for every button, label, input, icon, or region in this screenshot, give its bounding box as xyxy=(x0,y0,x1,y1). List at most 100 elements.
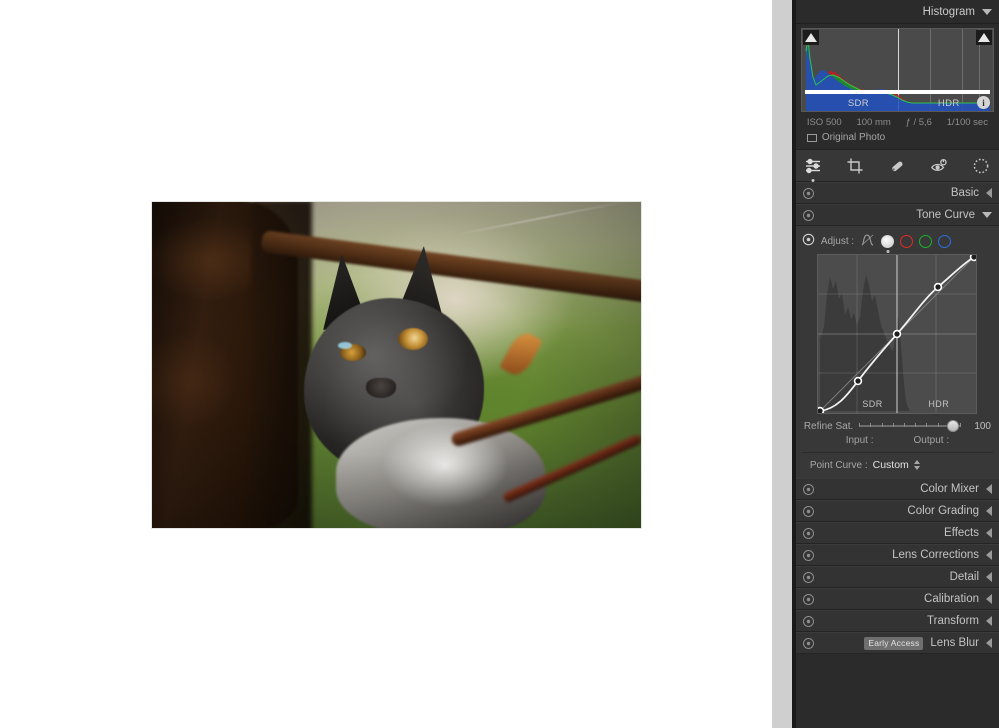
refine-sat-value[interactable]: 100 xyxy=(967,421,991,432)
histogram-panel: SDR HDR i ISO 500 100 mm ƒ / 5,6 1/100 s… xyxy=(796,24,999,149)
sidebar-item-color-grading[interactable]: Color Grading xyxy=(796,500,999,522)
photo-canvas[interactable] xyxy=(0,0,772,728)
chevron-left-icon[interactable] xyxy=(986,188,992,198)
sidebar-item-basic[interactable]: Basic xyxy=(796,182,999,204)
chevron-left-icon[interactable] xyxy=(986,528,992,538)
sidebar-item-transform[interactable]: Transform xyxy=(796,610,999,632)
histogram-range-bar[interactable] xyxy=(805,90,990,94)
chevron-left-icon[interactable] xyxy=(986,616,992,626)
visibility-eye-icon[interactable] xyxy=(802,505,815,518)
sidebar-item-label: Detail xyxy=(950,571,979,583)
right-panel: Histogram xyxy=(796,0,999,728)
visibility-eye-icon[interactable] xyxy=(802,187,815,200)
metadata-aperture: ƒ / 5,6 xyxy=(906,117,932,128)
tone-curve-graph[interactable]: SDR HDR xyxy=(817,254,977,414)
channel-green-button[interactable] xyxy=(919,235,932,248)
histogram-title: Histogram xyxy=(923,6,975,18)
slider-ticks xyxy=(859,423,961,429)
chevron-left-icon[interactable] xyxy=(986,484,992,494)
stepper-icon[interactable] xyxy=(914,460,920,470)
tool-selected-dot xyxy=(812,179,815,182)
sidebar-item-label: Tone Curve xyxy=(916,209,975,221)
red-eye-icon[interactable] xyxy=(971,156,991,176)
visibility-eye-icon[interactable] xyxy=(802,615,815,628)
adjust-label: Adjust : xyxy=(821,236,854,247)
input-label: Input : xyxy=(846,435,874,446)
canvas-gutter xyxy=(772,0,792,728)
visibility-eye-icon[interactable] xyxy=(802,527,815,540)
refine-sat-slider-handle xyxy=(947,420,959,432)
metadata-shutter: 1/100 sec xyxy=(947,117,988,128)
refine-sat-slider[interactable] xyxy=(859,420,961,432)
channel-rgb-button[interactable] xyxy=(881,235,894,248)
chevron-left-icon[interactable] xyxy=(986,506,992,516)
visibility-eye-icon[interactable] xyxy=(802,483,815,496)
shadow-clipping-button[interactable] xyxy=(803,30,819,45)
histogram-header[interactable]: Histogram xyxy=(796,0,999,24)
channel-blue-button[interactable] xyxy=(938,235,951,248)
metadata-iso: ISO 500 xyxy=(807,117,842,128)
tone-curve-panel: Adjust : xyxy=(796,226,999,453)
triangle-up-icon xyxy=(805,33,817,42)
edit-toolbar xyxy=(796,149,999,182)
refine-sat-row: Refine Sat. 100 xyxy=(802,414,993,432)
sidebar-item-tone-curve[interactable]: Tone Curve xyxy=(796,204,999,226)
photo-vignette xyxy=(152,202,641,528)
tone-curve-io-row: Input : Output : xyxy=(802,432,993,452)
highlight-clipping-button[interactable] xyxy=(976,30,992,45)
info-icon[interactable]: i xyxy=(977,96,990,109)
histogram-hdr-label: HDR xyxy=(938,98,960,109)
app-root: Histogram xyxy=(0,0,999,728)
tone-curve-svg xyxy=(818,255,976,413)
tone-curve-range-labels: SDR HDR xyxy=(818,399,976,411)
visibility-eye-icon[interactable] xyxy=(802,637,815,650)
refine-sat-label: Refine Sat. xyxy=(804,421,853,432)
histogram-sdr-label: SDR xyxy=(848,98,869,109)
sidebar-item-detail[interactable]: Detail xyxy=(796,566,999,588)
visibility-eye-icon[interactable] xyxy=(802,209,815,222)
sidebar-item-lens-blur[interactable]: Early Access Lens Blur xyxy=(796,632,999,654)
sidebar-item-color-mixer[interactable]: Color Mixer xyxy=(796,478,999,500)
healing-brush-icon[interactable] xyxy=(887,156,907,176)
sidebar-item-calibration[interactable]: Calibration xyxy=(796,588,999,610)
chevron-left-icon[interactable] xyxy=(986,638,992,648)
metadata-focal-length: 100 mm xyxy=(856,117,890,128)
point-curve-value[interactable]: Custom xyxy=(873,459,909,471)
sidebar-item-label: Transform xyxy=(927,615,979,627)
chevron-down-icon[interactable] xyxy=(982,212,992,218)
visibility-eye-icon[interactable] xyxy=(802,571,815,584)
visibility-eye-icon[interactable] xyxy=(802,593,815,606)
visibility-eye-icon[interactable] xyxy=(802,549,815,562)
rectangle-icon xyxy=(807,134,817,142)
panel-empty-area xyxy=(796,654,999,728)
sidebar-item-effects[interactable]: Effects xyxy=(796,522,999,544)
tone-curve-hdr-label: HDR xyxy=(928,399,949,409)
photo-metadata: ISO 500 100 mm ƒ / 5,6 1/100 sec xyxy=(801,112,994,131)
tone-curve-adjust-row: Adjust : xyxy=(802,232,993,250)
tone-curve-sdr-label: SDR xyxy=(862,399,882,409)
early-access-badge: Early Access xyxy=(864,637,923,650)
photo-frame[interactable] xyxy=(152,202,641,528)
chevron-left-icon[interactable] xyxy=(986,572,992,582)
edit-sliders-icon[interactable] xyxy=(803,156,823,176)
chevron-left-icon[interactable] xyxy=(986,594,992,604)
chevron-left-icon[interactable] xyxy=(986,550,992,560)
sidebar-item-label: Color Mixer xyxy=(920,483,979,495)
histogram-plot[interactable]: SDR HDR i xyxy=(801,28,994,112)
original-photo-toggle[interactable]: Original Photo xyxy=(801,131,994,149)
original-photo-label: Original Photo xyxy=(822,132,885,143)
target-adjust-icon[interactable] xyxy=(802,233,815,249)
histogram-range-labels: SDR HDR xyxy=(802,95,993,111)
channel-red-button[interactable] xyxy=(900,235,913,248)
point-curve-row[interactable]: Point Curve : Custom xyxy=(796,453,999,478)
sidebar-item-lens-corrections[interactable]: Lens Corrections xyxy=(796,544,999,566)
output-label: Output : xyxy=(914,435,950,446)
sidebar-item-label: Lens Blur xyxy=(930,637,979,649)
parametric-curve-icon[interactable] xyxy=(860,233,875,250)
photo-image[interactable] xyxy=(152,202,641,528)
triangle-up-icon xyxy=(978,33,990,42)
masking-icon[interactable] xyxy=(929,156,949,176)
chevron-down-icon[interactable] xyxy=(982,9,992,15)
crop-icon[interactable] xyxy=(845,156,865,176)
sidebar-item-label: Color Grading xyxy=(907,505,979,517)
